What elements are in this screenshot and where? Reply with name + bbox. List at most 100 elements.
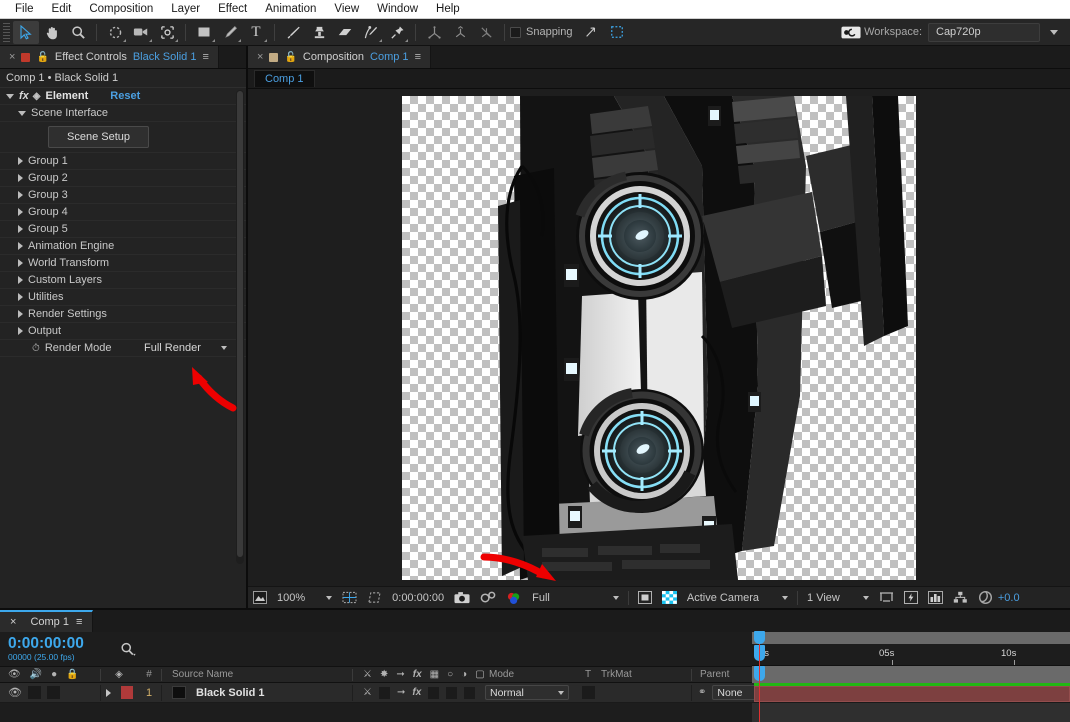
- timeline-current-time[interactable]: 0:00:00:00: [8, 636, 110, 652]
- current-time-display[interactable]: 0:00:00:00: [387, 587, 449, 609]
- workspace-sync-button[interactable]: [838, 21, 864, 44]
- eye-icon[interactable]: 👁: [8, 669, 21, 680]
- menu-edit[interactable]: Edit: [43, 0, 81, 18]
- toolbar-grip[interactable]: [3, 22, 10, 42]
- solo-icon[interactable]: ●: [51, 669, 57, 680]
- effect-row-output[interactable]: Output: [0, 323, 246, 340]
- snapping-checkbox[interactable]: [510, 26, 521, 38]
- menu-animation[interactable]: Animation: [256, 0, 325, 18]
- puppet-pin-tool-button[interactable]: [384, 21, 410, 44]
- menu-effect[interactable]: Effect: [209, 0, 256, 18]
- timeline-time-ruler-area[interactable]: 0s 05s 10s: [752, 610, 1070, 722]
- work-area-bar[interactable]: [752, 666, 1070, 683]
- shy-switch-icon[interactable]: ⚔: [363, 669, 372, 680]
- menu-help[interactable]: Help: [427, 0, 469, 18]
- work-area-start-handle[interactable]: [754, 631, 765, 644]
- panel-menu-icon[interactable]: ≡: [202, 51, 208, 63]
- effect-controls-tab[interactable]: × 🔓 Effect Controls Black Solid 1 ≡: [0, 46, 219, 68]
- adjust-exposure-button[interactable]: +0.0: [973, 587, 1025, 609]
- roto-brush-tool-button[interactable]: [358, 21, 384, 44]
- local-axis-mode-button[interactable]: [421, 21, 447, 44]
- effect-row-group-5[interactable]: Group 5: [0, 221, 246, 238]
- panel-menu-icon[interactable]: ≡: [415, 51, 421, 63]
- chevron-right-icon[interactable]: [18, 157, 23, 165]
- effects-switch-icon[interactable]: fx: [413, 669, 422, 680]
- timeline-flowchart-button[interactable]: [923, 587, 948, 609]
- effect-row-world-transform[interactable]: World Transform: [0, 255, 246, 272]
- render-mode-dropdown[interactable]: Full Render: [144, 342, 242, 354]
- collapse-switch-icon[interactable]: ✸: [380, 669, 388, 680]
- chevron-right-icon[interactable]: [18, 259, 23, 267]
- channel-select-button[interactable]: [501, 587, 527, 609]
- close-icon[interactable]: ×: [257, 51, 263, 63]
- frame-blend-switch-icon[interactable]: ▦: [430, 669, 439, 680]
- layer-trackmatte-toggle[interactable]: [581, 686, 595, 699]
- layer-3d-switch[interactable]: [464, 686, 476, 699]
- views-select[interactable]: 1 View: [802, 587, 874, 609]
- chevron-down-icon[interactable]: [18, 110, 26, 116]
- label-color-icon[interactable]: ◈: [115, 669, 123, 680]
- composition-viewer[interactable]: [248, 89, 1070, 586]
- scrollbar-thumb[interactable]: [237, 91, 243, 557]
- chevron-right-icon[interactable]: [18, 310, 23, 318]
- pan-behind-tool-button[interactable]: [154, 21, 180, 44]
- toggle-transparency-grid-button[interactable]: [657, 587, 682, 609]
- layer-label-color-swatch[interactable]: [120, 686, 133, 699]
- region-of-interest-button[interactable]: [362, 587, 387, 609]
- column-mode[interactable]: Mode: [485, 669, 575, 680]
- resolution-select[interactable]: Full: [527, 587, 624, 609]
- menu-file[interactable]: File: [6, 0, 43, 18]
- motion-blur-switch-icon[interactable]: ○: [447, 669, 453, 680]
- lock-icon[interactable]: 🔓: [284, 52, 296, 63]
- type-tool-button[interactable]: T: [243, 21, 269, 44]
- timeline-tab-comp1[interactable]: × Comp 1 ≡: [0, 610, 94, 632]
- layer-solo-cell[interactable]: [46, 686, 60, 699]
- effect-row-group-4[interactable]: Group 4: [0, 204, 246, 221]
- camera-tool-button[interactable]: [128, 21, 154, 44]
- time-ruler[interactable]: 0s 05s 10s: [752, 644, 1070, 666]
- effect-controls-scrollbar[interactable]: [236, 90, 244, 564]
- always-preview-button[interactable]: [248, 587, 272, 609]
- work-area-band[interactable]: [752, 632, 1070, 644]
- layer-motionblur-switch[interactable]: [446, 686, 458, 699]
- eraser-tool-button[interactable]: [332, 21, 358, 44]
- layer-collapse-switch[interactable]: [378, 686, 390, 699]
- menu-window[interactable]: Window: [368, 0, 427, 18]
- lock-icon[interactable]: 🔒: [66, 669, 78, 680]
- layer-mode-select[interactable]: Normal: [485, 685, 569, 700]
- layer-audio-cell[interactable]: [27, 686, 41, 699]
- three-d-switch-icon[interactable]: ▢: [475, 669, 484, 680]
- audio-icon[interactable]: 🔊: [30, 669, 42, 680]
- chevron-down-icon[interactable]: [6, 93, 14, 99]
- chevron-right-icon[interactable]: [18, 225, 23, 233]
- effect-row-custom-layers[interactable]: Custom Layers: [0, 272, 246, 289]
- fast-previews-button[interactable]: [899, 587, 923, 609]
- column-source-name[interactable]: Source Name: [162, 669, 352, 680]
- effect-row-group-2[interactable]: Group 2: [0, 170, 246, 187]
- clone-stamp-tool-button[interactable]: [306, 21, 332, 44]
- rotation-tool-button[interactable]: [102, 21, 128, 44]
- choose-grid-button[interactable]: [337, 587, 362, 609]
- adjustment-switch-icon[interactable]: ◑: [461, 669, 467, 680]
- world-axis-mode-button[interactable]: [447, 21, 473, 44]
- effect-row-render-settings[interactable]: Render Settings: [0, 306, 246, 323]
- magnification-select[interactable]: 100%: [272, 587, 337, 609]
- layer-shy-switch-icon[interactable]: ⚔: [363, 687, 372, 698]
- composition-tab[interactable]: × 🔓 Composition Comp 1 ≡: [248, 46, 431, 68]
- layer-frameblend-switch[interactable]: [428, 686, 440, 699]
- quality-switch-icon[interactable]: ➞: [396, 669, 404, 680]
- menu-layer[interactable]: Layer: [162, 0, 209, 18]
- close-icon[interactable]: ×: [9, 51, 15, 63]
- hand-tool-button[interactable]: [39, 21, 65, 44]
- take-snapshot-button[interactable]: [449, 587, 475, 609]
- effect-row-group-1[interactable]: Group 1: [0, 153, 246, 170]
- zoom-tool-button[interactable]: [65, 21, 91, 44]
- chevron-right-icon[interactable]: [18, 208, 23, 216]
- effect-row-render-mode[interactable]: ⏱ Render Mode Full Render: [0, 340, 246, 357]
- effect-row-group-3[interactable]: Group 3: [0, 187, 246, 204]
- timeline-empty-track-area[interactable]: [752, 703, 1070, 722]
- stopwatch-icon[interactable]: ⏱: [32, 343, 40, 354]
- chevron-right-icon[interactable]: [18, 276, 23, 284]
- composition-canvas[interactable]: [402, 96, 916, 580]
- layer-fx-switch-icon[interactable]: fx: [412, 687, 421, 698]
